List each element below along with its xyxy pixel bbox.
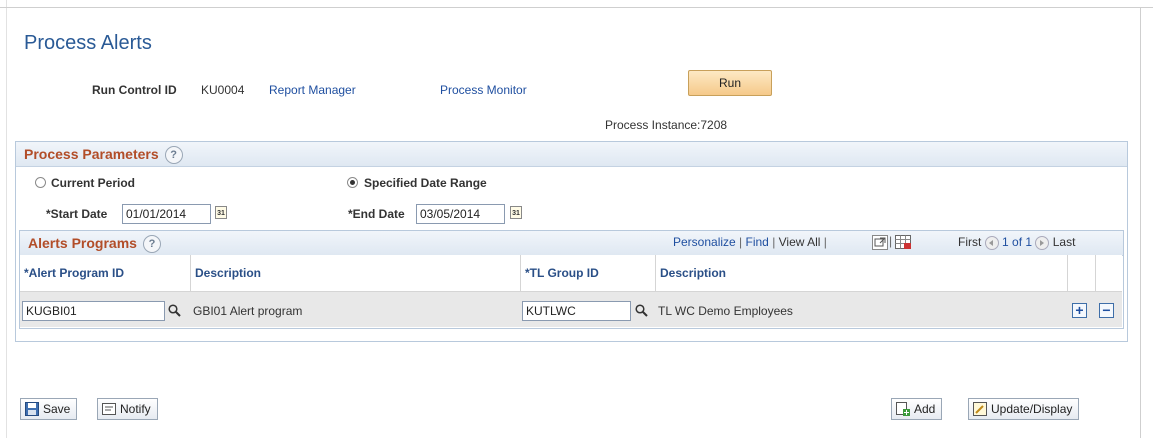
- download-to-excel-icon[interactable]: [895, 235, 911, 249]
- save-label: Save: [43, 402, 71, 416]
- grid-paging: First 1 of 1 Last: [958, 235, 1075, 250]
- view-all-link[interactable]: View All: [779, 235, 821, 249]
- add-row-button[interactable]: +: [1072, 303, 1087, 318]
- end-date-input[interactable]: [416, 204, 505, 224]
- next-row-icon[interactable]: [1035, 235, 1050, 250]
- specified-date-range-label: Specified Date Range: [364, 176, 487, 190]
- run-control-label: Run Control ID: [92, 83, 177, 97]
- report-manager-link[interactable]: Report Manager: [269, 83, 356, 97]
- start-date-label: *Start Date: [46, 207, 108, 221]
- last-link[interactable]: Last: [1053, 235, 1076, 249]
- notify-icon: [102, 403, 116, 415]
- current-period-radio[interactable]: [35, 177, 46, 188]
- column-header-description[interactable]: Description: [190, 255, 520, 291]
- tl-group-description: TL WC Demo Employees: [658, 304, 793, 318]
- add-button[interactable]: Add: [891, 398, 943, 420]
- lookup-icon[interactable]: [635, 304, 648, 317]
- alert-program-id-input[interactable]: [22, 301, 165, 321]
- calendar-icon[interactable]: 31: [510, 206, 522, 219]
- process-instance: Process Instance:7208: [605, 118, 728, 132]
- specified-date-range-radio[interactable]: [347, 177, 358, 188]
- process-parameters-title: Process Parameters?: [24, 146, 183, 165]
- page-frame-right: [1140, 7, 1141, 438]
- help-icon[interactable]: ?: [164, 146, 183, 165]
- tl-group-id-input[interactable]: [522, 301, 631, 321]
- alerts-programs-title-text: Alerts Programs: [28, 235, 137, 251]
- previous-row-icon[interactable]: [984, 235, 999, 250]
- notify-button[interactable]: Notify: [97, 398, 158, 420]
- save-button[interactable]: Save: [20, 398, 78, 420]
- update-display-icon: [973, 402, 987, 416]
- column-header-add: [1067, 255, 1095, 291]
- current-period-label: Current Period: [51, 176, 136, 190]
- end-date-label: *End Date: [348, 207, 405, 221]
- save-icon: [25, 402, 39, 416]
- column-header-tl-group-id[interactable]: *TL Group ID: [520, 255, 655, 291]
- process-monitor-link[interactable]: Process Monitor: [440, 83, 527, 97]
- help-icon[interactable]: ?: [142, 235, 161, 254]
- grid-header-row: *Alert Program ID Description *TL Group …: [20, 255, 1122, 292]
- column-header-delete: [1095, 255, 1122, 291]
- update-display-label: Update/Display: [991, 402, 1073, 416]
- first-link[interactable]: First: [958, 235, 981, 249]
- run-control-value: KU0004: [201, 83, 245, 97]
- column-header-group-description[interactable]: Description: [655, 255, 1067, 291]
- grid-nav: Personalize | Find | View All |: [673, 235, 827, 249]
- alerts-programs-title: Alerts Programs?: [28, 235, 161, 254]
- process-parameters-header: Process Parameters?: [16, 142, 1127, 167]
- new-window-icon[interactable]: [872, 235, 888, 250]
- run-button[interactable]: Run: [688, 70, 772, 96]
- page-title: Process Alerts: [24, 32, 152, 54]
- find-link[interactable]: Find: [746, 235, 769, 249]
- update-display-button[interactable]: Update/Display: [968, 398, 1080, 420]
- delete-row-button[interactable]: −: [1099, 303, 1114, 318]
- notify-label: Notify: [120, 402, 151, 416]
- calendar-icon[interactable]: 31: [215, 206, 227, 219]
- start-date-input[interactable]: [122, 204, 211, 224]
- page-frame-left: [6, 0, 7, 438]
- process-parameters-title-text: Process Parameters: [24, 146, 159, 162]
- personalize-link[interactable]: Personalize: [673, 235, 736, 249]
- column-header-alert-program-id[interactable]: *Alert Program ID: [20, 255, 190, 291]
- add-icon: [896, 402, 910, 416]
- lookup-icon[interactable]: [168, 304, 181, 317]
- page-frame-top: [0, 7, 1153, 8]
- grid-nav-separator: |: [889, 234, 893, 248]
- row-range: 1 of 1: [1002, 235, 1033, 249]
- alert-program-description: GBI01 Alert program: [193, 304, 303, 318]
- add-label: Add: [914, 402, 936, 416]
